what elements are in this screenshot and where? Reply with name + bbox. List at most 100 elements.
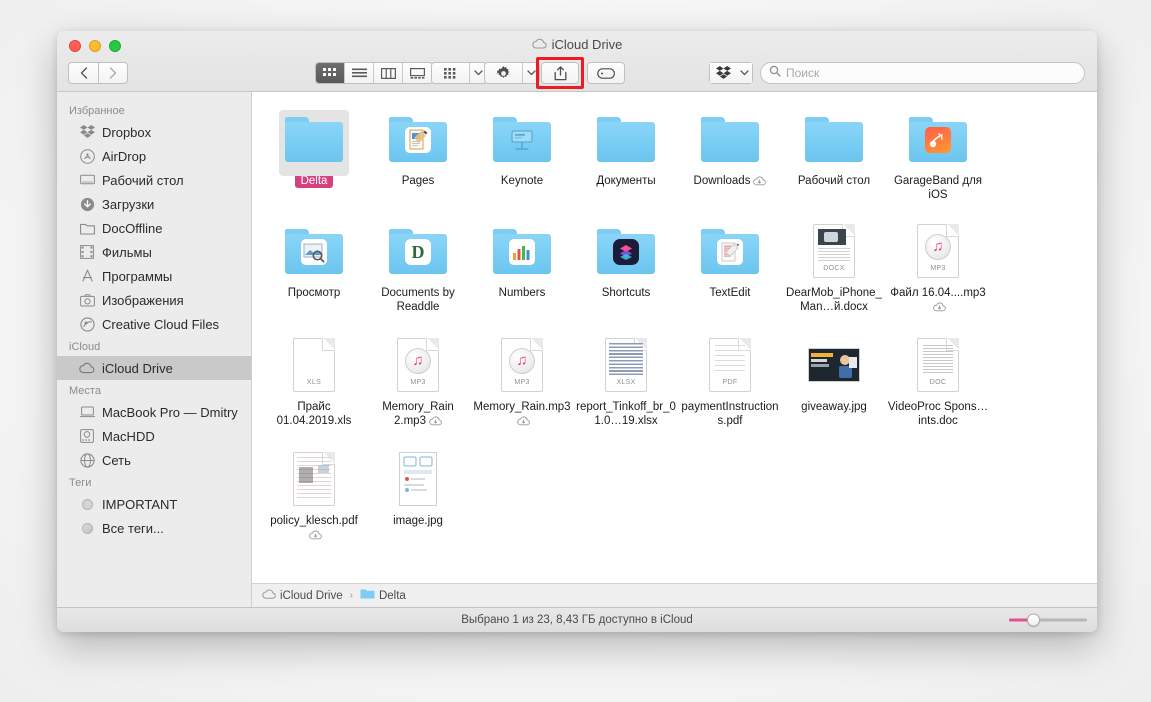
dropbox-icon [79,124,95,140]
breadcrumb-icloud-drive[interactable]: iCloud Drive [262,589,343,602]
file-label: Pages [401,175,435,187]
sidebar-item-macbook-pro[interactable]: MacBook Pro — Dmitry [57,400,251,424]
file-icon [383,448,453,510]
sidebar-item-machdd[interactable]: MacHDD [57,424,251,448]
sidebar-item-creative-cloud-files[interactable]: Creative Cloud Files [57,312,251,336]
file-label: Документы [596,175,656,187]
file-item[interactable]: Numbers [470,216,574,316]
sidebar-item-tag-important[interactable]: IMPORTANT [57,492,251,516]
file-item[interactable]: Shortcuts [574,216,678,316]
share-button[interactable] [542,63,578,83]
gallery-view-button[interactable] [403,63,432,83]
file-label: Numbers [498,287,546,299]
folder-icon: D [389,228,447,274]
file-item[interactable]: DOCX DearMob_iPhone_Man…й.docx [782,216,886,316]
file-kind-badge: MP3 [514,379,530,386]
file-label: DearMob_iPhone_Man…й.docx [786,287,882,313]
icon-view-button[interactable] [316,63,345,83]
dropbox-group[interactable] [709,62,753,84]
sidebar-item-docoffline[interactable]: DocOffline [57,216,251,240]
file-icon [903,108,973,170]
file-label: Downloads [679,174,781,190]
file-item[interactable]: Просмотр [262,216,366,316]
file-label: Memory_Rain 2.mp3 [367,400,469,430]
file-item[interactable]: Keynote [470,104,574,202]
icloud-download-icon [933,302,946,316]
slider-knob[interactable] [1027,613,1040,627]
file-item[interactable]: DOC VideoProc Spons…ints.doc [886,330,990,430]
sidebar-item-label: Фильмы [102,244,152,260]
file-label: policy_klesch.pdf [263,514,365,544]
sidebar-section-tags-header: Теги [69,477,92,489]
music-note-icon: ♫ [405,347,431,374]
sidebar-item-downloads[interactable]: Загрузки [57,192,251,216]
status-bar: Выбрано 1 из 23, 8,43 ГБ доступно в iClo… [57,607,1097,632]
mp3-file-icon: ♫ MP3 [397,338,439,392]
back-button[interactable] [68,62,98,84]
column-view-button[interactable] [374,63,403,83]
view-mode-group [315,62,433,84]
file-item[interactable]: TextEdit [678,216,782,316]
cloud-icon [79,360,95,376]
music-note-icon: ♫ [509,347,535,374]
file-item[interactable]: GarageBand для iOS [886,104,990,202]
dropbox-chevron-down-icon[interactable] [736,63,752,83]
file-kind-badge: DOCX [823,265,845,272]
file-item[interactable]: ♫ MP3 Memory_Rain 2.mp3 [366,330,470,430]
dropbox-icon[interactable] [710,63,737,83]
sidebar-item-desktop[interactable]: Рабочий стол [57,168,251,192]
arrange-button[interactable] [432,63,470,83]
file-item[interactable]: giveaway.jpg [782,330,886,430]
forward-button[interactable] [98,62,128,84]
gear-icon[interactable] [485,63,523,83]
file-item[interactable]: ♫ MP3 Memory_Rain.mp3 [470,330,574,430]
icon-size-slider[interactable] [1009,613,1087,627]
search-placeholder: Поиск [786,66,820,80]
file-item[interactable]: Delta [262,104,366,202]
action-chevron-down-icon[interactable] [523,63,539,83]
file-icon: XLSX [591,334,661,396]
file-item[interactable]: XLS Прайс 01.04.2019.xls [262,330,366,430]
file-icon [487,108,557,170]
file-item[interactable]: PDF paymentInstructions.pdf [678,330,782,430]
file-icon [383,108,453,170]
file-label: Documents by Readdle [381,287,455,313]
breadcrumb-delta[interactable]: Delta [360,588,406,603]
xls-file-icon: XLS [293,338,335,392]
sidebar-item-movies[interactable]: Фильмы [57,240,251,264]
sidebar-item-applications[interactable]: Программы [57,264,251,288]
folder-icon [597,228,655,274]
sidebar-item-pictures[interactable]: Изображения [57,288,251,312]
file-icon: XLS [279,334,349,396]
folder-icon [285,228,343,274]
sidebar-item-network[interactable]: Сеть [57,448,251,472]
sidebar-section-favorites-header: Избранное [69,105,125,117]
search-field[interactable]: Поиск [760,62,1085,84]
file-kind-badge: MP3 [930,265,946,272]
file-item[interactable]: D Documents by Readdle [366,216,470,316]
file-item[interactable]: Downloads [678,104,782,202]
tag-button[interactable] [588,63,624,83]
sidebar-item-all-tags[interactable]: Все теги... [57,516,251,540]
movies-icon [79,244,95,260]
sidebar-item-label: MacHDD [102,428,155,444]
folder-icon [79,220,95,236]
status-text: Выбрано 1 из 23, 8,43 ГБ доступно в iClo… [461,614,693,626]
sidebar-item-dropbox[interactable]: Dropbox [57,120,251,144]
file-item[interactable]: ♫ MP3 Файл 16.04....mp3 [886,216,990,316]
window-titlebar: iCloud Drive Поиск [57,31,1097,92]
file-item[interactable]: policy_klesch.pdf [262,444,366,544]
file-item[interactable]: Pages [366,104,470,202]
file-item[interactable]: Рабочий стол [782,104,886,202]
file-item[interactable]: Документы [574,104,678,202]
icloud-download-icon [753,176,767,190]
file-item[interactable]: image.jpg [366,444,470,544]
share-group [541,62,579,84]
list-view-button[interactable] [345,63,374,83]
file-icon: DOC [903,334,973,396]
sidebar-item-icloud-drive[interactable]: iCloud Drive [57,356,251,380]
file-label: Прайс 01.04.2019.xls [276,401,352,427]
sidebar-item-airdrop[interactable]: AirDrop [57,144,251,168]
file-kind-badge: DOC [929,379,947,386]
file-item[interactable]: XLSX report_Tinkoff_br_01.0…19.xlsx [574,330,678,430]
